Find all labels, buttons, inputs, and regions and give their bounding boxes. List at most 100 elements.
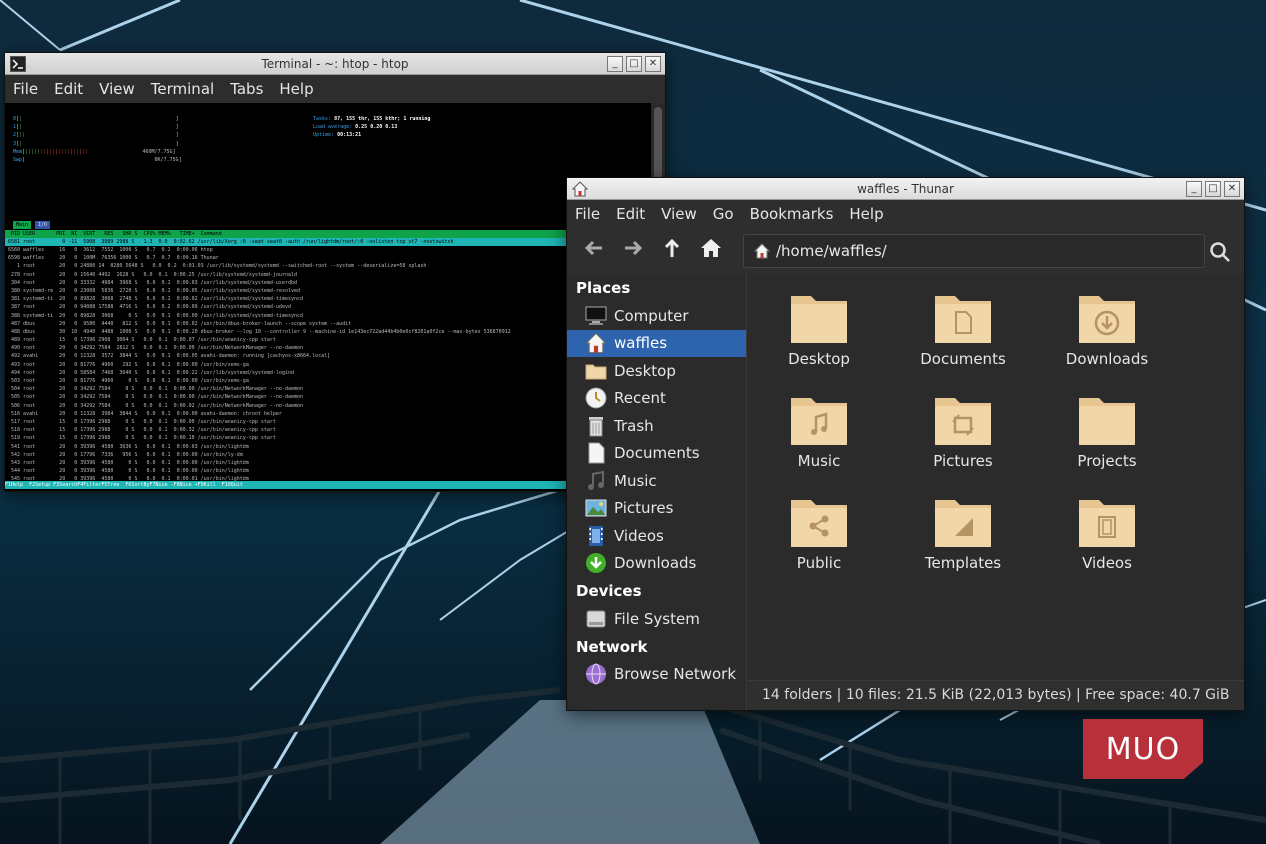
htop-process-row[interactable]: 304 root 20 0 33332 4984 3968 S 0.0 0.1 …: [5, 279, 651, 287]
home-location-icon: [754, 243, 770, 259]
htop-process-row[interactable]: 504 root 20 0 34292 7584 0 S 0.0 0.1 0:0…: [5, 385, 651, 393]
folder-videos[interactable]: Videos: [1052, 494, 1162, 594]
arrow-right-icon: [625, 240, 643, 256]
menu-go[interactable]: Go: [705, 205, 742, 223]
htop-process-row[interactable]: 493 root 20 0 81776 4960 292 S 0.0 0.1 0…: [5, 361, 651, 369]
sidebar-item-pictures[interactable]: Pictures: [567, 495, 746, 523]
folder-pictures[interactable]: Pictures: [908, 392, 1018, 492]
htop-process-row[interactable]: 505 root 20 0 34292 7584 0 S 0.0 0.1 0:0…: [5, 393, 651, 401]
sidebar-item-recent[interactable]: Recent: [567, 385, 746, 413]
back-button[interactable]: [579, 236, 609, 266]
htop-process-row[interactable]: 518 root 15 0 17396 2988 0 S 0.0 0.1 0:0…: [5, 426, 651, 434]
htop-process-row[interactable]: 387 root 20 0 94088 17588 4716 S 0.0 0.2…: [5, 303, 651, 311]
htop-process-row[interactable]: 516 avahi 20 0 11328 3984 3844 S 0.0 0.1…: [5, 410, 651, 418]
sidebar-item-videos[interactable]: Videos: [567, 522, 746, 550]
menu-view[interactable]: View: [653, 205, 705, 223]
places-heading: Places: [576, 279, 631, 297]
folder-music[interactable]: Music: [764, 392, 874, 492]
htop-process-row[interactable]: 381 systemd-ti 20 0 89828 3068 2748 S 0.…: [5, 295, 651, 303]
htop-process-row[interactable]: 544 root 20 0 39396 4580 0 S 0.0 0.1 0:0…: [5, 467, 651, 475]
forward-button[interactable]: [618, 236, 648, 266]
menu-tabs[interactable]: Tabs: [222, 80, 271, 98]
menu-view[interactable]: View: [91, 80, 143, 98]
folder-public[interactable]: Public: [764, 494, 874, 594]
sidebar-item-documents[interactable]: Documents: [567, 440, 746, 468]
sidebar-item-trash[interactable]: Trash: [567, 412, 746, 440]
htop-process-row[interactable]: 506 root 20 0 34292 7584 0 S 0.0 0.1 0:0…: [5, 402, 651, 410]
sidebar-item-waffles[interactable]: waffles: [567, 329, 746, 357]
maximize-button[interactable]: □: [626, 56, 642, 72]
minimize-button[interactable]: _: [1186, 181, 1202, 197]
mem-value: 460M/7.75G: [142, 148, 173, 155]
htop-process-row[interactable]: 388 systemd-ti 20 0 89828 3068 0 S 0.0 0…: [5, 312, 651, 320]
htop-process-list[interactable]: 6560 waffles 16 0 3612 7552 1000 S 0.7 0…: [5, 246, 651, 491]
htop-process-row[interactable]: 380 systemd-re 20 0 23008 5836 2720 S 0.…: [5, 287, 651, 295]
menu-file[interactable]: File: [5, 80, 46, 98]
htop-process-row[interactable]: 492 avahi 20 0 11328 3572 3844 S 0.0 0.1…: [5, 352, 651, 360]
thunar-titlebar[interactable]: waffles - Thunar _ □ ✕: [567, 178, 1244, 200]
folder-documents[interactable]: Documents: [908, 290, 1018, 390]
close-button[interactable]: ✕: [645, 56, 661, 72]
folder-label: Videos: [1082, 554, 1132, 572]
document-icon: [588, 442, 605, 464]
htop-process-row[interactable]: 489 root 15 0 17396 2908 3004 S 0.0 0.1 …: [5, 336, 651, 344]
htop-tab-main[interactable]: Main: [13, 221, 32, 230]
htop-process-row[interactable]: 517 root 15 0 17396 2988 0 S 0.0 0.1 0:0…: [5, 418, 651, 426]
htop-process-row[interactable]: 487 dbus 20 0 9580 4440 812 S 0.0 0.1 0:…: [5, 320, 651, 328]
location-bar[interactable]: /home/waffles/: [743, 234, 1205, 268]
htop-process-row[interactable]: 278 root 20 0 15640 4492 1628 S 0.0 0.1 …: [5, 271, 651, 279]
sidebar-item-file-system[interactable]: File System: [567, 605, 746, 633]
scrollbar-thumb[interactable]: [654, 107, 662, 179]
menu-bookmarks[interactable]: Bookmarks: [742, 205, 842, 223]
sidebar-item-label: Trash: [614, 416, 654, 435]
htop-process-row[interactable]: 1 root 20 0 24880 14 8280 5648 S 0.0 0.2…: [5, 262, 651, 270]
htop-process-row[interactable]: 503 root 20 0 81776 4960 0 S 0.0 0.1 0:0…: [5, 377, 651, 385]
menu-file[interactable]: File: [567, 205, 608, 223]
search-icon[interactable]: [1208, 240, 1232, 264]
htop-process-row[interactable]: 6598 waffles 20 0 100M 76356 1000 S 0.7 …: [5, 254, 651, 262]
minimize-button[interactable]: _: [607, 56, 623, 72]
terminal-window[interactable]: Terminal - ~: htop - htop _ □ ✕ File Edi…: [5, 53, 665, 491]
folder-projects[interactable]: Projects: [1052, 392, 1162, 492]
sidebar-item-label: Recent: [614, 389, 666, 408]
htop-meters: 0[| ] 1[| ] 2[|| ] 3[|] Mem[|||||||||||…: [13, 116, 431, 163]
menu-help[interactable]: Help: [271, 80, 321, 98]
htop-process-row[interactable]: 519 root 15 0 17396 2988 0 S 0.0 0.1 0:0…: [5, 434, 651, 442]
folder-downloads[interactable]: Downloads: [1052, 290, 1162, 390]
sidebar-item-label: Pictures: [614, 499, 674, 518]
htop-process-row[interactable]: 6560 waffles 16 0 3612 7552 1000 S 0.7 0…: [5, 246, 651, 254]
htop-process-row[interactable]: 541 root 20 0 39396 4580 3636 S 0.0 0.1 …: [5, 443, 651, 451]
close-button[interactable]: ✕: [1224, 181, 1240, 197]
htop-output[interactable]: 0[| ] 1[| ] 2[|| ] 3[|] Mem[|||||||||||…: [5, 103, 651, 491]
menu-edit[interactable]: Edit: [608, 205, 653, 223]
folder-desktop[interactable]: Desktop: [764, 290, 874, 390]
htop-selected-row[interactable]: 6581 root 0 -11 5908 3889 2988 S 1.3 0.0…: [5, 238, 651, 246]
htop-process-row[interactable]: 494 root 20 0 58584 7468 3640 S 0.0 0.1 …: [5, 369, 651, 377]
terminal-titlebar[interactable]: Terminal - ~: htop - htop _ □ ✕: [5, 53, 665, 75]
htop-function-keys[interactable]: F1Help F2Setup F3SearchF4FilterF5Tree F6…: [5, 481, 651, 489]
menu-help[interactable]: Help: [841, 205, 891, 223]
htop-process-row[interactable]: 490 root 20 0 34292 7584 2812 S 0.0 0.1 …: [5, 344, 651, 352]
htop-process-row[interactable]: 542 root 20 0 17796 7336 956 S 0.0 0.1 0…: [5, 451, 651, 459]
drive-icon: [586, 610, 606, 628]
maximize-button[interactable]: □: [1205, 181, 1221, 197]
menu-terminal[interactable]: Terminal: [143, 80, 222, 98]
home-button[interactable]: [696, 236, 726, 266]
folder-label: Desktop: [788, 350, 850, 368]
sidebar-item-downloads[interactable]: Downloads: [567, 550, 746, 578]
menu-edit[interactable]: Edit: [46, 80, 91, 98]
sidebar-item-computer[interactable]: Computer: [567, 302, 746, 330]
sidebar-item-desktop[interactable]: Desktop: [567, 357, 746, 385]
htop-process-row[interactable]: 488 dbus 30 10 4940 4488 1000 S 0.0 0.1 …: [5, 328, 651, 336]
folder-templates[interactable]: Templates: [908, 494, 1018, 594]
parent-folder-button[interactable]: [657, 236, 687, 266]
htop-process-row[interactable]: 543 root 20 0 39396 4580 0 S 0.0 0.1 0:0…: [5, 459, 651, 467]
sidebar-item-music[interactable]: Music: [567, 467, 746, 495]
home-folder-icon: [572, 180, 588, 196]
thunar-window[interactable]: waffles - Thunar _ □ ✕ File Edit View Go…: [567, 178, 1244, 710]
folder-icon-view[interactable]: Desktop Documents Downloads Music Pictur…: [748, 274, 1244, 680]
sidebar-item-browse-network[interactable]: Browse Network: [567, 661, 746, 689]
sidebar-item-label: Music: [614, 471, 657, 490]
htop-tab-io[interactable]: I/O: [35, 221, 51, 230]
trash-icon: [589, 416, 603, 437]
